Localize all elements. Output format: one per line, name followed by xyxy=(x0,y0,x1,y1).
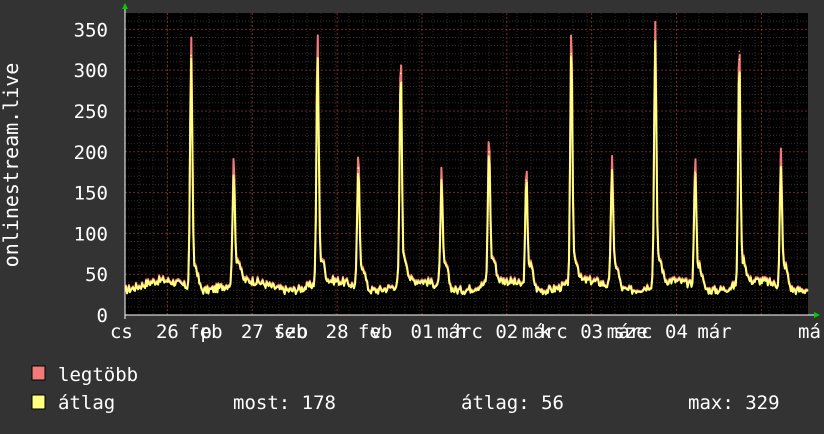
y-axis-arrow-icon xyxy=(122,3,128,9)
series-peak-point xyxy=(694,171,696,173)
series-peak-point xyxy=(738,58,741,61)
y-tick-label: 0 xyxy=(97,305,108,327)
y-tick-label: 100 xyxy=(74,223,108,245)
x-tick-label: már xyxy=(697,321,731,343)
x-tick-label: szo xyxy=(274,321,308,343)
series-peak-point xyxy=(488,150,490,153)
series-peak-point xyxy=(399,64,402,67)
series-peak-point xyxy=(654,32,657,35)
y-tick-labels: 0 50 100 150 200 250 300 350 xyxy=(74,19,108,327)
series-peak-point xyxy=(525,173,528,176)
series-peak-point xyxy=(525,179,528,182)
x-tick-label: cs xyxy=(110,321,133,343)
y-tick-label: 350 xyxy=(74,19,108,41)
series-peak-point xyxy=(780,168,782,171)
y-tick-label: 200 xyxy=(74,142,108,164)
series-peak-point xyxy=(232,164,235,167)
stat-average: átlag: 56 xyxy=(461,392,564,414)
legend-swatch-avg xyxy=(31,394,46,410)
chart-svg: 050100150200250300350 cs 26 febp 27 febszo 28… xyxy=(0,3,824,414)
legend-label-max: legtöbb xyxy=(58,364,138,386)
stat-current: most: 178 xyxy=(233,392,336,414)
x-tick-label: k xyxy=(540,321,552,343)
x-tick-label: 02 xyxy=(495,321,518,343)
series-peak-point xyxy=(399,72,402,75)
y-tick-label: 50 xyxy=(85,264,108,286)
x-tick-label: p xyxy=(201,321,212,343)
legend-label-avg: átlag xyxy=(58,392,115,414)
x-tick-label: sze xyxy=(613,321,647,343)
y-axis-label: onlinestream.live xyxy=(0,63,23,268)
series-peak-point xyxy=(611,168,613,171)
y-tick-label: 250 xyxy=(74,101,108,123)
x-tick-label: 26 xyxy=(156,321,179,343)
x-tick-label: 01 xyxy=(411,321,434,343)
y-tick-label: 300 xyxy=(74,60,108,82)
x-tick-label: 04 xyxy=(665,321,688,343)
x-tick-label: v xyxy=(370,321,381,343)
series-peak-point xyxy=(316,45,319,48)
x-tick-label: 27 xyxy=(241,321,264,343)
series-peak-point xyxy=(440,183,443,186)
x-axis-arrow-icon xyxy=(814,312,820,318)
x-tick-label: h xyxy=(455,321,466,343)
series-peak-point xyxy=(440,177,443,179)
series-peak-point xyxy=(654,40,657,43)
series-peak-point xyxy=(738,50,741,53)
series-peak-point xyxy=(611,159,613,162)
series-peak-point xyxy=(488,142,490,145)
series-peak-point xyxy=(570,53,573,55)
series-peak-point xyxy=(232,175,235,178)
stat-maximum: max: 329 xyxy=(688,392,780,414)
series-peak-point xyxy=(694,162,696,164)
y-tick-label: 150 xyxy=(74,183,108,205)
chart-panel: 0 50 100 150 200 250 300 350 cs 26 feb p 27 feb szo 28… xyxy=(0,0,824,430)
series-peak-point xyxy=(316,57,319,60)
x-tick-label: 28 xyxy=(326,321,349,343)
series-peak-point xyxy=(357,156,360,159)
plot-area xyxy=(125,13,808,315)
series-peak-point xyxy=(357,167,360,169)
series-peak-point xyxy=(570,42,573,44)
x-tick-label: 03 xyxy=(580,321,603,343)
x-tick-labels: cs 26 febp 27 febszo 28 febv 01 márch 02 márck 03 má… xyxy=(110,321,824,343)
legend-swatch-max xyxy=(31,365,46,381)
series-peak-point xyxy=(190,44,192,46)
series-peak-point xyxy=(190,54,192,57)
x-tick-label: már xyxy=(798,321,824,343)
series-peak-point xyxy=(780,156,782,159)
